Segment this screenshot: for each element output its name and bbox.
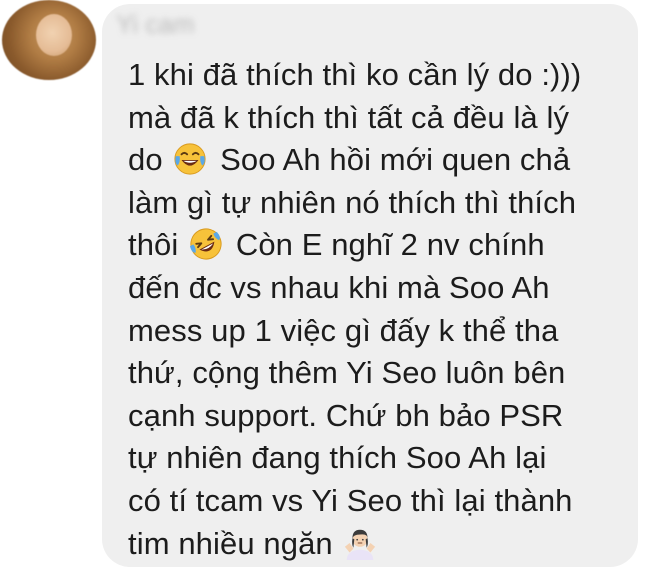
comment-line: mess up 1 việc gì đấy k thể tha	[128, 310, 628, 353]
comment-line: do Soo Ah hồi mới quen chả	[128, 139, 628, 182]
comment-line: mà đã k thích thì tất cả đều là lý	[128, 97, 628, 140]
comment-line: thứ, cộng thêm Yi Seo luôn bên	[128, 352, 628, 395]
comment-line: thôi Còn E nghĩ 2 nv chính	[128, 224, 628, 267]
text-segment: Còn E nghĩ 2 nv chính	[235, 227, 545, 263]
text-segment: mess up 1 việc gì đấy k thể tha	[128, 312, 559, 348]
comment-line: cạnh support. Chứ bh bảo PSR	[128, 395, 628, 438]
text-segment: do	[128, 142, 163, 178]
avatar[interactable]	[2, 0, 96, 80]
comment-line: tự nhiên đang thích Soo Ah lại	[128, 437, 628, 480]
text-segment: thôi	[128, 227, 179, 263]
text-segment: mà đã k thích thì tất cả đều là lý	[128, 99, 570, 135]
avatar-face	[36, 14, 72, 56]
comment-text: 1 khi đã thích thì ko cần lý do :))) mà …	[128, 54, 628, 565]
face-with-tears-of-joy-icon	[174, 143, 206, 175]
rolling-on-the-floor-laughing-icon	[190, 228, 222, 260]
comment-line: có tí tcam vs Yi Seo thì lại thành	[128, 480, 628, 523]
author-name[interactable]: Yi cam	[116, 6, 202, 42]
person-shrugging-icon	[345, 529, 376, 560]
comment-line: làm gì tự nhiên nó thích thì thích	[128, 182, 628, 225]
text-segment: tim nhiều ngăn	[128, 525, 333, 561]
comment-line: 1 khi đã thích thì ko cần lý do :)))	[128, 54, 628, 97]
comment-screenshot: Yi cam 1 khi đã thích thì ko cần lý do :…	[0, 0, 660, 571]
text-segment: tự nhiên đang thích Soo Ah lại	[128, 440, 547, 476]
text-segment: đến đc vs nhau khi mà Soo Ah	[128, 269, 550, 305]
comment-line: tim nhiều ngăn	[128, 523, 628, 566]
comment-line: đến đc vs nhau khi mà Soo Ah	[128, 267, 628, 310]
text-segment: thứ, cộng thêm Yi Seo luôn bên	[128, 355, 566, 391]
text-segment: có tí tcam vs Yi Seo thì lại thành	[128, 482, 573, 518]
text-segment: làm gì tự nhiên nó thích thì thích	[128, 184, 577, 220]
text-segment: cạnh support. Chứ bh bảo PSR	[128, 397, 564, 433]
text-segment: 1 khi đã thích thì ko cần lý do :)))	[128, 57, 582, 92]
text-segment: Soo Ah hồi mới quen chả	[220, 142, 571, 178]
